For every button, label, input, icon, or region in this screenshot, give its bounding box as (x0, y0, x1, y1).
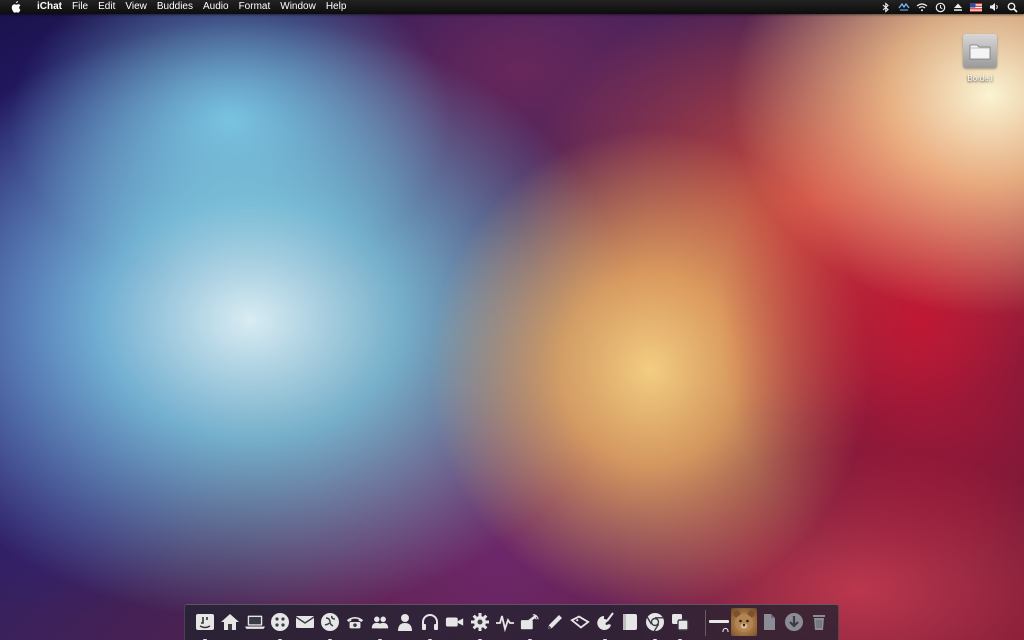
flag-us-icon[interactable] (970, 1, 982, 13)
folder-label[interactable]: Borde.l (967, 74, 992, 83)
headset-mini-icon (722, 627, 729, 636)
dock-separator (705, 610, 706, 636)
bear-photo-thumbnail[interactable] (731, 608, 757, 636)
downloads-stack-icon[interactable] (784, 612, 804, 632)
activity-monitor-icon[interactable] (495, 612, 515, 632)
dashboard-icon[interactable] (270, 612, 290, 640)
menu-bar: iChat File Edit View Buddies Audio Forma… (0, 0, 1024, 14)
desktop[interactable]: iChat File Edit View Buddies Audio Forma… (0, 0, 1024, 640)
dropbox-icon[interactable] (898, 1, 910, 13)
paint-icon[interactable] (595, 612, 615, 640)
pencil-icon[interactable] (545, 612, 565, 632)
person-icon[interactable] (395, 612, 415, 632)
menu-buddies[interactable]: Buddies (152, 0, 198, 14)
chrome-icon[interactable] (645, 612, 665, 640)
menu-format[interactable]: Format (234, 0, 276, 14)
trash-icon[interactable] (809, 612, 829, 632)
menu-edit[interactable]: Edit (93, 0, 120, 14)
menu-window[interactable]: Window (275, 0, 321, 14)
settings-gear-icon[interactable] (470, 612, 490, 640)
laptop-icon[interactable] (245, 612, 265, 632)
menu-ichat[interactable]: iChat (32, 0, 67, 14)
dock (184, 604, 839, 640)
home-icon[interactable] (220, 612, 240, 632)
notes-icon[interactable] (620, 612, 640, 632)
spotlight-icon[interactable] (1006, 1, 1018, 13)
menu-view[interactable]: View (120, 0, 152, 14)
facetime-icon[interactable] (445, 612, 465, 632)
tags-icon[interactable] (570, 612, 590, 632)
eject-icon[interactable] (952, 1, 964, 13)
finder-icon[interactable] (195, 612, 215, 640)
phone-icon[interactable] (345, 612, 365, 632)
menu-file[interactable]: File (67, 0, 93, 14)
desktop-folder[interactable]: Borde.l (956, 34, 1004, 86)
dock-volume-bar[interactable] (709, 620, 729, 623)
safari-icon[interactable] (320, 612, 340, 640)
documents-stack-icon[interactable] (759, 612, 779, 632)
spaces-icon[interactable] (670, 612, 690, 640)
menu-extras (874, 0, 1018, 14)
menu-audio[interactable]: Audio (198, 0, 234, 14)
wifi-icon[interactable] (916, 1, 928, 13)
contacts-icon[interactable] (370, 612, 390, 640)
apple-menu-icon[interactable] (10, 1, 22, 13)
headphones-icon[interactable] (420, 612, 440, 640)
mail-icon[interactable] (295, 612, 315, 632)
time-machine-icon[interactable] (934, 1, 946, 13)
menu-help[interactable]: Help (321, 0, 352, 14)
volume-icon[interactable] (988, 1, 1000, 13)
bluetooth-icon[interactable] (880, 1, 892, 13)
folder-icon[interactable] (963, 34, 997, 68)
broadcast-icon[interactable] (520, 612, 540, 640)
